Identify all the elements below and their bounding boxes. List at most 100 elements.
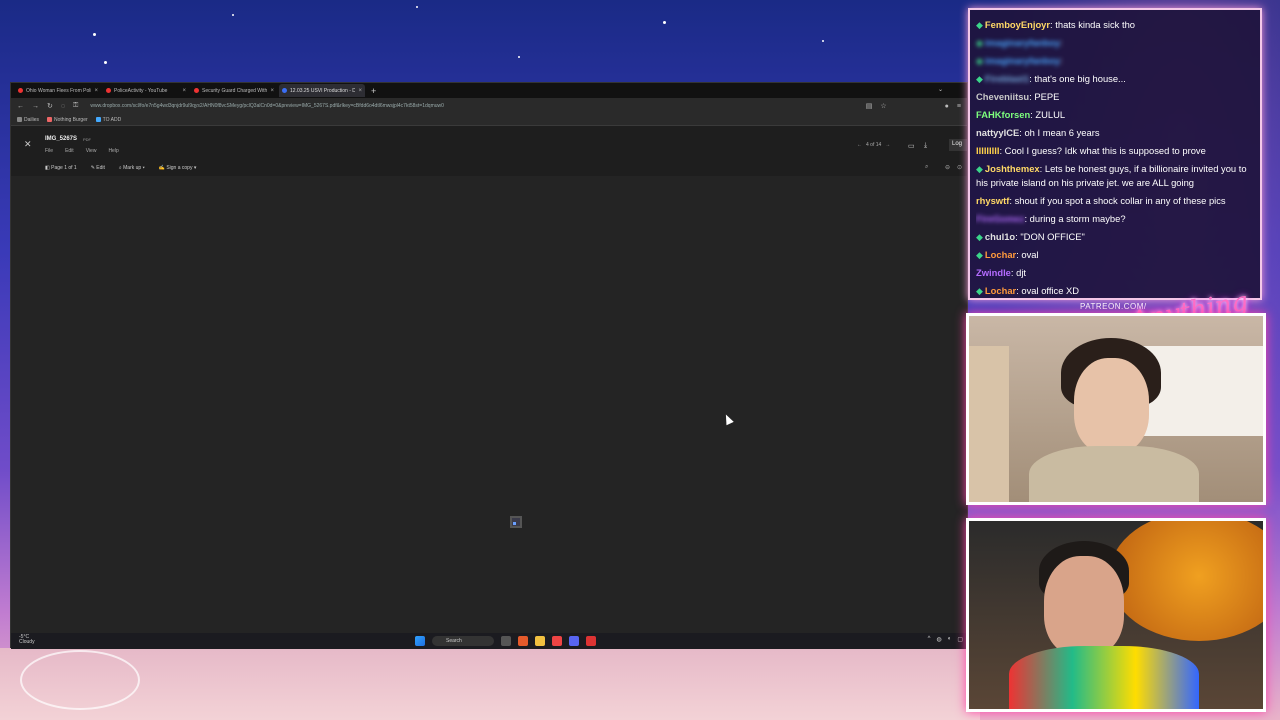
lock-icon: ⚿ [73, 102, 79, 109]
star [93, 33, 96, 36]
bookmark-item[interactable]: TO ADD [95, 116, 122, 123]
chat-message: FireGomez: during a storm maybe? [976, 213, 1126, 224]
file-title: IMG_5267S [45, 136, 78, 142]
shield-icon[interactable]: ◌ [61, 103, 65, 110]
network-icon[interactable]: ◍ [936, 636, 941, 643]
viewer-toolbar: ◧ Page 1 of 1 ✎ Edit ⌕ Mark up ▾ ✍ Sign … [45, 165, 196, 171]
stream-chat: ◆ FemboyEnjoyr: thats kinda sick tho ◆ ima… [968, 8, 1262, 300]
sign-copy-label: Sign a copy [166, 165, 193, 171]
viewer-menu-bar: File Edit View Help [45, 148, 119, 154]
close-tab-icon[interactable]: × [182, 88, 186, 94]
tab-bar: Ohio Woman Flees From Police × PoliceActi… [11, 83, 967, 98]
download-icon[interactable]: ⤓ [924, 142, 927, 150]
reload-icon[interactable]: ↻ [47, 102, 53, 110]
folder-icon [17, 117, 22, 122]
comment-icon[interactable]: ▭ [908, 142, 915, 150]
next-file-icon[interactable]: → [885, 142, 890, 148]
sub-badge-icon: ◆ [976, 56, 983, 66]
task-view-icon[interactable] [501, 636, 511, 646]
windows-start-icon[interactable] [415, 636, 425, 646]
bookmark-item[interactable]: Nothing Burger [47, 117, 88, 123]
sign-copy-button[interactable]: ✍ Sign a copy ▾ [159, 165, 197, 171]
star [822, 40, 824, 42]
close-tab-icon[interactable]: × [358, 88, 362, 94]
globe-icon [95, 117, 101, 122]
pdf-viewer: ✕ IMG_5267S PDF File Edit View Help ◧ Pa… [11, 126, 969, 636]
page-indicator-button[interactable]: ◧ Page 1 of 1 [45, 165, 77, 171]
chat-message: ◆ Joshthemex: Lets be honest guys, if a b… [976, 163, 1247, 188]
reader-icon[interactable]: ▤ [866, 102, 873, 110]
file-explorer-icon[interactable] [535, 636, 545, 646]
chat-username: Lochar [984, 249, 1017, 260]
obs-icon[interactable] [586, 636, 596, 646]
chat-username: Lochar [984, 285, 1017, 296]
search-icon[interactable]: ⌕ [925, 164, 928, 171]
edit-button[interactable]: ✎ Edit [91, 165, 105, 171]
chat-text: ZULUL [1035, 109, 1066, 120]
chat-text: djt [1016, 267, 1027, 278]
browser-app-icon[interactable] [518, 636, 528, 646]
chevron-up-icon[interactable]: ^ [928, 636, 931, 643]
youtube-icon [106, 88, 111, 93]
url-field[interactable]: www.dropbox.com/scl/fo/e7n5g4wd3qnjdr9ul… [86, 101, 857, 111]
page-indicator-label: Page 1 of 1 [51, 165, 77, 171]
app-icon[interactable] [552, 636, 562, 646]
face [1044, 556, 1124, 656]
chat-username: Joshthemex [984, 163, 1040, 174]
tab-list-icon[interactable]: ⌄ [938, 86, 943, 93]
extension-icon[interactable]: ● [945, 103, 949, 110]
star [232, 14, 234, 16]
chat-message: Zwindle: djt [976, 267, 1027, 278]
back-icon[interactable]: ← [17, 103, 24, 110]
discord-icon[interactable] [569, 636, 579, 646]
browser-tab[interactable]: PoliceActivity - YouTube × [103, 84, 189, 97]
volume-icon[interactable]: ◐ [948, 636, 952, 643]
chat-username: FireGomez [976, 213, 1025, 224]
sub-badge-icon: ◆ [976, 74, 983, 84]
chat-text: thats kinda sick tho [1055, 19, 1135, 30]
weather-widget[interactable]: -5°C Cloudy [19, 635, 35, 645]
favicon-icon [18, 88, 23, 93]
menu-help[interactable]: Help [108, 148, 118, 154]
chat-message: nattyyICE: oh I mean 6 years [976, 127, 1100, 138]
loading-spinner [510, 516, 522, 528]
forward-icon[interactable]: → [32, 103, 39, 110]
login-button[interactable]: Log [949, 139, 969, 151]
bookmark-label: TO ADD [102, 116, 122, 123]
patterned-shirt [1009, 646, 1199, 709]
tab-label: PoliceActivity - YouTube [114, 87, 168, 94]
settings-icon[interactable]: ⊙ [957, 164, 962, 171]
chat-message: ◆ imaginaryfanboy: [976, 55, 1063, 66]
bookmark-item[interactable]: Dailies [17, 117, 39, 123]
favicon-icon [194, 88, 199, 93]
bookmark-label: Nothing Burger [54, 116, 88, 123]
menu-view[interactable]: View [86, 148, 97, 154]
chat-text: "DON OFFICE" [1020, 231, 1085, 242]
taskbar-search[interactable]: Search [432, 636, 494, 646]
star [663, 21, 666, 24]
markup-button[interactable]: ⌕ Mark up ▾ [119, 165, 145, 171]
tab-label: Ohio Woman Flees From Police [26, 87, 92, 94]
close-tab-icon[interactable]: × [270, 88, 274, 94]
bookmark-label: Dailies [24, 116, 40, 123]
menu-icon[interactable]: ≡ [957, 103, 961, 110]
new-tab-button[interactable]: + [371, 86, 376, 96]
menu-edit[interactable]: Edit [65, 148, 74, 154]
sub-badge-icon: ◆ [976, 286, 983, 296]
close-tab-icon[interactable]: × [94, 88, 98, 94]
chat-message: ◆ Fireblast1: that's one big house... [976, 73, 1126, 84]
zoom-icon[interactable]: ⊖ [945, 164, 950, 171]
browser-tab-active[interactable]: 12.03.25 USVI Production - Dro × [279, 84, 365, 97]
chat-message: ◆ FemboyEnjoyr: thats kinda sick tho [976, 19, 1135, 30]
chat-text: that's one big house... [1034, 73, 1126, 84]
bookmark-star-icon[interactable]: ☆ [880, 102, 886, 110]
close-viewer-icon[interactable]: ✕ [24, 139, 32, 150]
prev-file-icon[interactable]: ← [857, 142, 862, 148]
browser-tab[interactable]: Ohio Woman Flees From Police × [15, 84, 101, 97]
sub-badge-icon: ◆ [976, 232, 983, 242]
browser-tab[interactable]: Security Guard Charged With I × [191, 84, 277, 97]
notification-icon[interactable]: ▢ [957, 636, 963, 643]
chat-message: ◆ Lochar: oval [976, 249, 1039, 260]
taskbar-apps: Search [415, 636, 596, 646]
menu-file[interactable]: File [45, 148, 53, 154]
